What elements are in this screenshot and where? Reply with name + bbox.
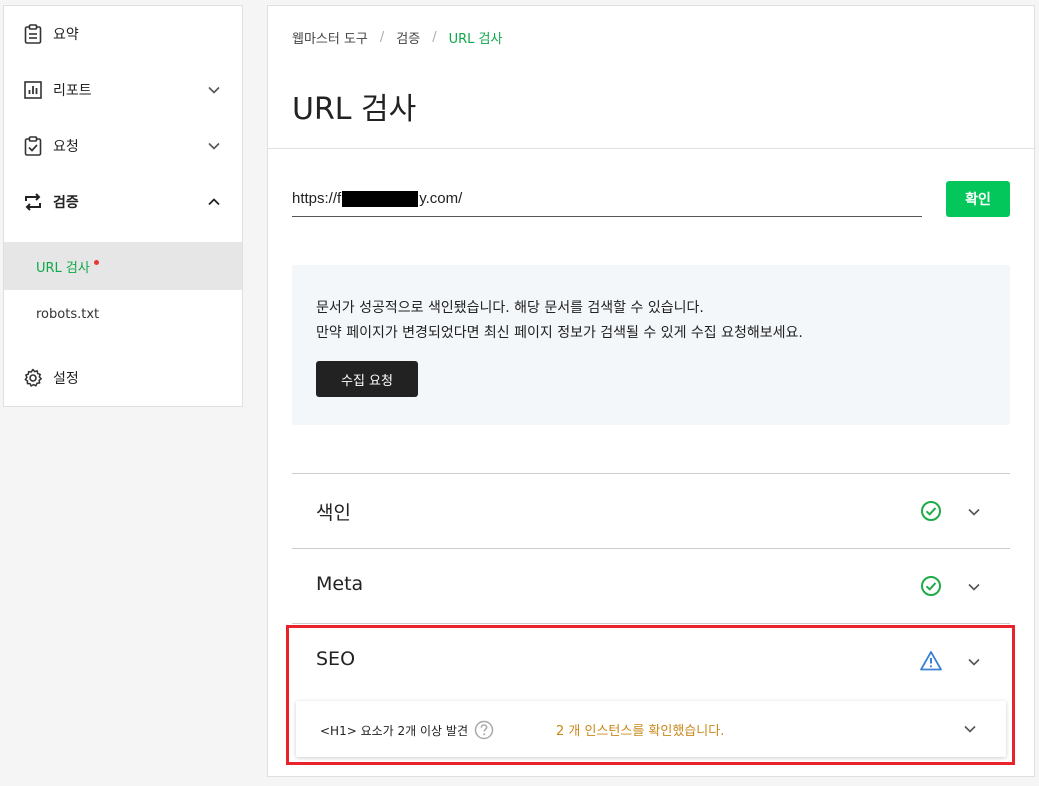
chevron-down-icon[interactable]: [206, 82, 222, 98]
sidebar-item-settings[interactable]: 설정: [4, 350, 242, 406]
sidebar-item-label: 요청: [53, 139, 79, 155]
sidebar-item-label: 요약: [53, 27, 79, 43]
check-circle-icon: [921, 501, 941, 521]
sidebar-subitem-label: URL 검사: [36, 260, 90, 276]
chevron-down-icon[interactable]: [966, 579, 982, 595]
section-index[interactable]: 색인: [292, 473, 1010, 549]
index-notice: 문서가 성공적으로 색인됐습니다. 해당 문서를 검색할 수 있습니다. 만약 …: [292, 265, 1010, 425]
breadcrumb-separator: /: [379, 30, 385, 45]
sidebar-item-label: 리포트: [53, 83, 92, 99]
seo-detail-label-wrap: <H1> 요소가 2개 이상 발견: [320, 720, 494, 740]
chart-icon: [22, 79, 44, 101]
sidebar-item-request[interactable]: 요청: [4, 118, 242, 174]
notice-line: 문서가 성공적으로 색인됐습니다. 해당 문서를 검색할 수 있습니다.: [316, 300, 704, 316]
section-title: 색인: [316, 502, 351, 524]
confirm-button[interactable]: 확인: [946, 181, 1010, 217]
chevron-down-icon[interactable]: [206, 138, 222, 154]
chevron-down-icon[interactable]: [962, 721, 978, 737]
notice-line: 만약 페이지가 변경되었다면 최신 페이지 정보가 검색될 수 있게 수집 요청…: [316, 325, 803, 341]
collect-request-button[interactable]: 수집 요청: [316, 361, 418, 397]
gear-icon: [22, 367, 44, 389]
sidebar: 요약 리포트 요청 검증 URL 검사 robots.txt 설정: [3, 5, 243, 407]
breadcrumb-item[interactable]: 웹마스터 도구: [292, 28, 368, 47]
sidebar-item-label: 검증: [53, 195, 79, 211]
chevron-down-icon[interactable]: [966, 504, 982, 520]
divider: [268, 148, 1034, 149]
url-suffix: y.com/: [419, 190, 463, 207]
url-prefix: https://f: [292, 190, 342, 207]
url-input[interactable]: https://f y.com/: [292, 181, 922, 217]
sidebar-item-summary[interactable]: 요약: [4, 6, 242, 62]
seo-detail-row[interactable]: <H1> 요소가 2개 이상 발견 2 개 인스턴스를 확인했습니다.: [296, 701, 1006, 757]
clipboard-icon: [22, 23, 44, 45]
breadcrumb: 웹마스터 도구 / 검증 / URL 검사: [292, 28, 502, 47]
seo-detail-label: <H1> 요소가 2개 이상 발견: [320, 723, 468, 738]
help-icon[interactable]: [474, 720, 494, 740]
redacted-block: [342, 190, 419, 207]
check-circle-icon: [921, 576, 941, 596]
section-title: Meta: [316, 573, 364, 595]
breadcrumb-item[interactable]: 검증: [396, 28, 420, 47]
sidebar-item-verify[interactable]: 검증: [4, 174, 242, 230]
sidebar-item-label: 설정: [53, 371, 79, 387]
breadcrumb-separator: /: [432, 30, 437, 45]
section-meta[interactable]: Meta: [292, 548, 1010, 624]
sidebar-item-report[interactable]: 리포트: [4, 62, 242, 118]
chevron-up-icon[interactable]: [206, 194, 222, 210]
sidebar-subitem-robots[interactable]: robots.txt: [4, 290, 242, 338]
swap-arrows-icon: [22, 191, 44, 213]
seo-detail-message: 2 개 인스턴스를 확인했습니다.: [556, 724, 725, 739]
page-title: URL 검사: [292, 92, 417, 127]
sidebar-subitem-url-check[interactable]: URL 검사: [4, 242, 242, 290]
notification-dot: [93, 259, 99, 265]
sidebar-subitem-label: robots.txt: [36, 306, 100, 322]
check-clipboard-icon: [22, 135, 44, 157]
breadcrumb-current: URL 검사: [448, 32, 503, 47]
